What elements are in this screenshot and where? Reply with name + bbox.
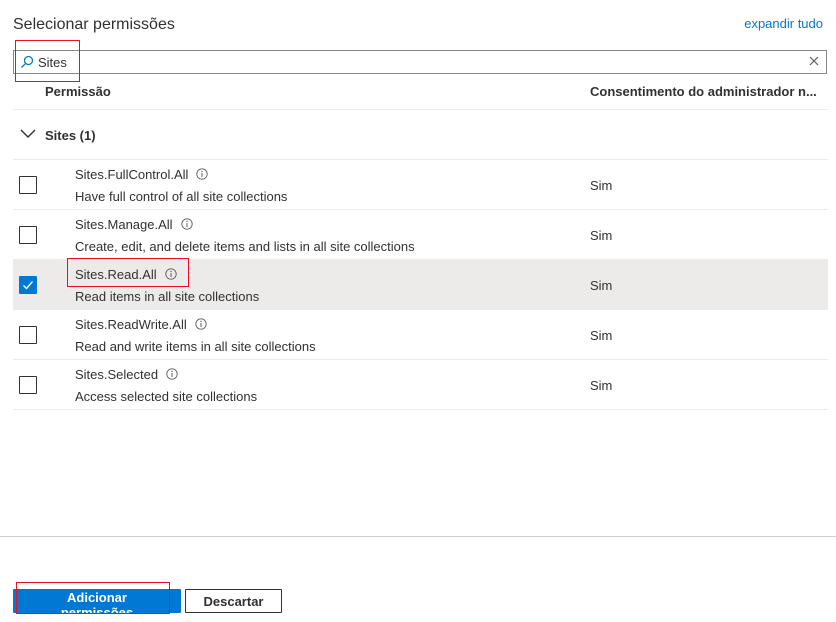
admin-consent-value: Sim <box>590 328 613 343</box>
info-icon[interactable] <box>166 368 178 380</box>
header-divider <box>13 109 828 110</box>
info-icon[interactable] <box>196 168 209 180</box>
close-icon[interactable] <box>808 55 820 67</box>
permission-checkbox[interactable] <box>19 376 37 394</box>
permission-checkbox-checked[interactable] <box>19 276 37 294</box>
info-icon[interactable] <box>165 268 177 280</box>
permission-row-sites-fullcontrol-all[interactable]: Sites.FullControl.All Have full control … <box>13 160 828 210</box>
permission-row-sites-selected[interactable]: Sites.Selected Access selected site coll… <box>13 360 828 410</box>
permission-name: Sites.Selected <box>75 367 159 382</box>
group-label: Sites (1) <box>45 128 96 143</box>
footer-divider <box>0 536 836 537</box>
search-box[interactable] <box>13 50 827 74</box>
permission-row-sites-read-all[interactable]: Sites.Read.All Read items in all site co… <box>13 260 828 310</box>
info-icon[interactable] <box>180 218 193 230</box>
permission-checkbox[interactable] <box>19 226 37 244</box>
permission-checkbox[interactable] <box>19 326 37 344</box>
info-icon[interactable] <box>195 318 207 330</box>
permission-description: Read items in all site collections <box>75 289 260 304</box>
admin-consent-value: Sim <box>590 178 613 193</box>
permission-description: Access selected site collections <box>75 389 258 404</box>
permission-row-sites-readwrite-all[interactable]: Sites.ReadWrite.All Read and write items… <box>13 310 828 360</box>
permission-row-sites-manage-all[interactable]: Sites.Manage.All Create, edit, and delet… <box>13 210 828 260</box>
expand-all-link[interactable]: expandir tudo <box>744 16 823 31</box>
permission-name: Sites.Manage.All <box>75 217 173 232</box>
checkmark-icon <box>23 281 34 290</box>
search-input[interactable] <box>38 51 798 73</box>
column-header-admin-consent[interactable]: Consentimento do administrador n... <box>590 84 820 99</box>
permission-description: Read and write items in all site collect… <box>75 339 316 354</box>
permission-description: Create, edit, and delete items and lists… <box>75 239 415 254</box>
admin-consent-value: Sim <box>590 228 613 243</box>
column-header-permission: Permissão <box>45 84 111 99</box>
permission-name: Sites.ReadWrite.All <box>75 317 187 332</box>
search-icon <box>21 55 34 68</box>
panel-title: Selecionar permissões <box>13 16 175 33</box>
permission-name: Sites.Read.All <box>75 267 157 282</box>
permission-name: Sites.FullControl.All <box>75 167 189 182</box>
permission-checkbox[interactable] <box>19 176 37 194</box>
discard-button[interactable]: Descartar <box>185 589 282 613</box>
add-permissions-button[interactable]: Adicionar permissões <box>13 589 181 620</box>
permission-description: Have full control of all site collection… <box>75 189 288 204</box>
admin-consent-value: Sim <box>590 278 613 293</box>
admin-consent-value: Sim <box>590 378 613 393</box>
chevron-down-icon <box>20 129 36 138</box>
